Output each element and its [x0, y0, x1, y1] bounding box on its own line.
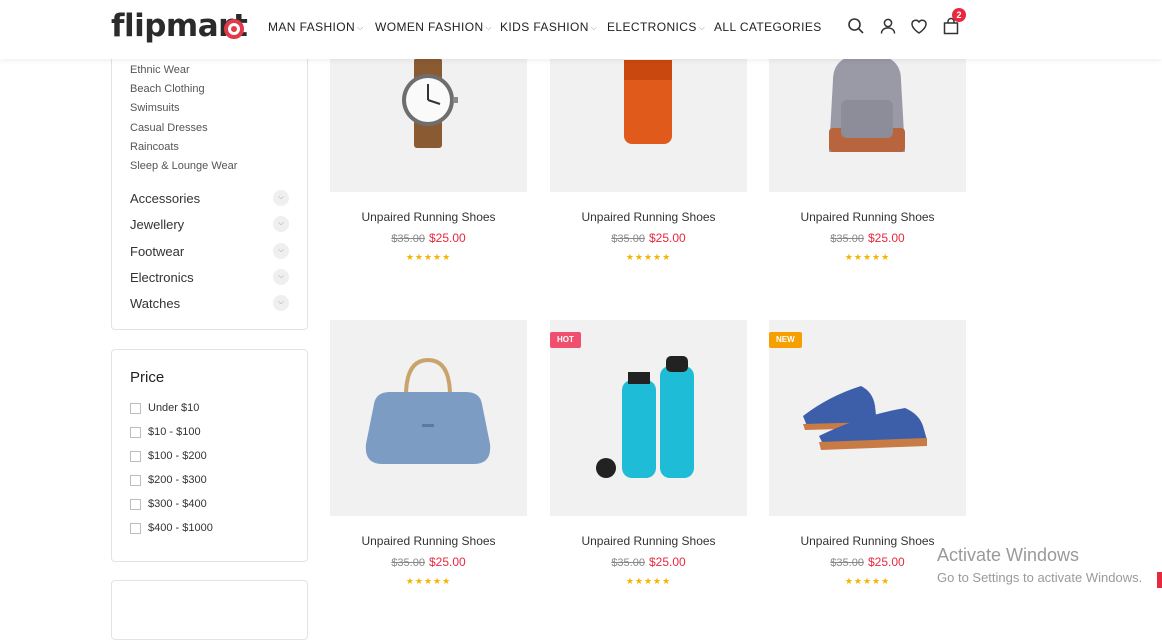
price-checkbox[interactable]	[130, 403, 141, 414]
sale-price: $25.00	[648, 555, 686, 569]
price-option-label[interactable]: $200 - $300	[148, 474, 207, 486]
price-option-label[interactable]: $10 - $100	[148, 426, 201, 438]
sale-price: $25.00	[428, 555, 466, 569]
product-price: $35.00 $25.00	[550, 555, 747, 569]
price-checkbox[interactable]	[130, 523, 141, 534]
product-name[interactable]: Unpaired Running Shoes	[330, 534, 527, 548]
subcategory-link[interactable]: Casual Dresses	[130, 122, 208, 134]
new-badge: NEW	[769, 332, 802, 348]
cart-count-badge: 2	[952, 8, 966, 22]
category-jewellery[interactable]: Jewellery	[130, 217, 184, 232]
leather-case-image	[624, 60, 672, 144]
sale-price: $25.00	[648, 231, 686, 245]
chevron-down-icon: ⌵	[485, 23, 493, 32]
chevron-down-icon[interactable]: ⌵	[273, 269, 289, 285]
bottles-image	[596, 356, 694, 478]
subcategory-link[interactable]: Ethnic Wear	[130, 64, 190, 76]
hot-badge: HOT	[550, 332, 581, 348]
star-rating: ★★★★★	[625, 576, 672, 586]
site-header: flipmart MAN FASHION ⌵ WOMEN FASHION ⌵ KID…	[0, 0, 1162, 59]
chevron-down-icon[interactable]: ⌵	[273, 243, 289, 259]
product-name[interactable]: Unpaired Running Shoes	[550, 534, 747, 548]
star-rating: ★★★★★	[844, 252, 891, 262]
nav-label: ALL CATEGORIES	[714, 20, 822, 34]
old-price: $35.00	[391, 557, 425, 569]
product-price: $35.00 $25.00	[550, 231, 747, 245]
product-name[interactable]: Unpaired Running Shoes	[330, 210, 527, 224]
nav-label: MAN FASHION	[268, 20, 356, 34]
star-rating: ★★★★★	[625, 252, 672, 262]
star-rating: ★★★★★	[405, 576, 452, 586]
nav-kids-fashion[interactable]: KIDS FASHION ⌵	[500, 20, 597, 34]
watch-image	[402, 58, 458, 148]
activate-windows-subtitle: Go to Settings to activate Windows.	[937, 570, 1143, 585]
product-price: $35.00 $25.00	[769, 231, 966, 245]
handbag-image	[365, 357, 491, 464]
nav-label: ELECTRONICS	[607, 20, 697, 34]
user-icon[interactable]	[879, 17, 897, 35]
category-accessories[interactable]: Accessories	[130, 191, 200, 206]
product-price: $35.00 $25.00	[330, 555, 527, 569]
scroll-top-button[interactable]	[1157, 572, 1162, 588]
price-option-label[interactable]: Under $10	[148, 402, 199, 414]
price-option-label[interactable]: $300 - $400	[148, 498, 207, 510]
nav-label: WOMEN FASHION	[375, 20, 484, 34]
brand-filter-panel	[111, 580, 308, 640]
price-checkbox[interactable]	[130, 475, 141, 486]
product-image-bottles[interactable]: HOT	[550, 320, 747, 516]
nav-man-fashion[interactable]: MAN FASHION ⌵	[268, 20, 364, 34]
chevron-down-icon: ⌵	[590, 23, 598, 32]
activate-windows-title: Activate Windows	[937, 545, 1080, 565]
product-image-shoes[interactable]: NEW	[769, 320, 966, 516]
star-rating: ★★★★★	[405, 252, 452, 262]
chevron-down-icon: ⌵	[357, 23, 364, 32]
nav-all-categories[interactable]: ALL CATEGORIES	[714, 20, 822, 34]
logo-ring-icon	[224, 19, 244, 39]
price-option-label[interactable]: $100 - $200	[148, 450, 207, 462]
price-filter-title: Price	[130, 369, 165, 386]
nav-women-fashion[interactable]: WOMEN FASHION ⌵	[375, 20, 492, 34]
nav-label: KIDS FASHION	[500, 20, 589, 34]
subcategory-link[interactable]: Beach Clothing	[130, 83, 205, 95]
sale-price: $25.00	[867, 555, 905, 569]
old-price: $35.00	[830, 233, 864, 245]
sale-price: $25.00	[428, 231, 466, 245]
chevron-down-icon: ⌵	[698, 23, 706, 32]
product-image-backpack[interactable]	[769, 40, 966, 192]
product-name[interactable]: Unpaired Running Shoes	[769, 210, 966, 224]
sale-price: $25.00	[867, 231, 905, 245]
subcategory-link[interactable]: Swimsuits	[130, 102, 180, 114]
chevron-down-icon[interactable]: ⌵	[273, 216, 289, 232]
nav-electronics[interactable]: ELECTRONICS ⌵	[607, 20, 705, 34]
product-name[interactable]: Unpaired Running Shoes	[550, 210, 747, 224]
shoes-image	[803, 386, 927, 450]
price-checkbox[interactable]	[130, 427, 141, 438]
category-watches[interactable]: Watches	[130, 296, 180, 311]
chevron-down-icon[interactable]: ⌵	[273, 190, 289, 206]
product-image-watch[interactable]	[330, 40, 527, 192]
old-price: $35.00	[391, 233, 425, 245]
subcategory-link[interactable]: Sleep & Lounge Wear	[130, 160, 237, 172]
product-price: $35.00 $25.00	[330, 231, 527, 245]
price-checkbox[interactable]	[130, 499, 141, 510]
product-image-handbag[interactable]	[330, 320, 527, 516]
product-image-case[interactable]	[550, 40, 747, 192]
category-footwear[interactable]: Footwear	[130, 244, 184, 259]
old-price: $35.00	[611, 233, 645, 245]
backpack-image	[829, 54, 905, 152]
old-price: $35.00	[830, 557, 864, 569]
price-checkbox[interactable]	[130, 451, 141, 462]
chevron-down-icon[interactable]: ⌵	[273, 295, 289, 311]
subcategory-link[interactable]: Raincoats	[130, 141, 179, 153]
heart-icon[interactable]	[910, 17, 928, 35]
price-option-label[interactable]: $400 - $1000	[148, 522, 213, 534]
old-price: $35.00	[611, 557, 645, 569]
search-icon[interactable]	[847, 17, 865, 35]
category-electronics[interactable]: Electronics	[130, 270, 194, 285]
